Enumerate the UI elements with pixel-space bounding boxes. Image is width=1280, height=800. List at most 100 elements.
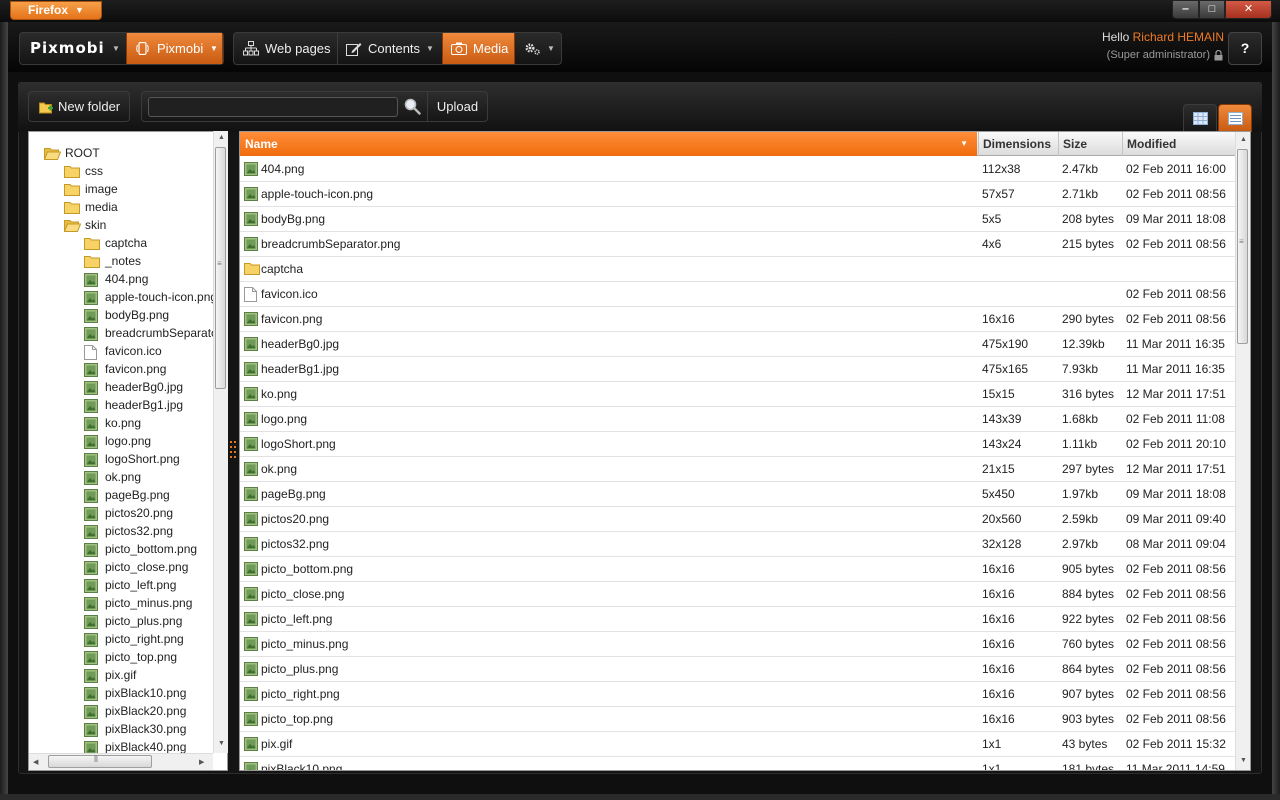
lock-icon[interactable] [1214, 50, 1223, 61]
scroll-down-arrow-icon[interactable]: ▼ [218, 740, 225, 747]
tree-item[interactable]: ko.png [29, 414, 215, 432]
user-name-link[interactable]: Richard HEMAIN [1133, 30, 1224, 44]
file-name-cell: picto_top.png [261, 712, 334, 726]
tree-item[interactable]: skin [29, 216, 215, 234]
nav-web-pages[interactable]: Web pages [234, 33, 337, 64]
tree-horizontal-scroll-thumb[interactable]: ⦀ [48, 754, 152, 768]
window-maximize-button[interactable]: □ [1199, 0, 1225, 19]
scroll-right-arrow-icon[interactable]: ▶ [199, 758, 204, 766]
window-close-button[interactable]: ✕ [1225, 0, 1272, 19]
tree-item[interactable]: pictos32.png [29, 522, 215, 540]
tree-item[interactable]: apple-touch-icon.png [29, 288, 215, 306]
panel-resize-handle[interactable] [229, 440, 237, 462]
tree-item[interactable]: picto_left.png [29, 576, 215, 594]
nav-contents[interactable]: Contents ▼ [338, 33, 442, 64]
file-row[interactable]: picto_plus.png 16x16 864 bytes 02 Feb 2011 … [240, 657, 1236, 682]
tree-item[interactable]: breadcrumbSeparator.png [29, 324, 215, 342]
file-modified-cell: 02 Feb 2011 08:56 [1126, 712, 1226, 726]
file-row[interactable]: pictos32.png 32x128 2.97kb 08 Mar 2011 09:0… [240, 532, 1236, 557]
tree-item[interactable]: captcha [29, 234, 215, 252]
file-row[interactable]: picto_top.png 16x16 903 bytes 02 Feb 2011 0… [240, 707, 1236, 732]
tree-item[interactable]: picto_bottom.png [29, 540, 215, 558]
file-row[interactable]: pixBlack10.png 1x1 181 bytes 11 Mar 2011 14… [240, 757, 1236, 770]
tree-item[interactable]: bodyBg.png [29, 306, 215, 324]
help-button[interactable]: ? [1228, 32, 1262, 65]
image-file-icon [84, 597, 98, 612]
list-view-button[interactable] [1218, 104, 1252, 132]
search-icon[interactable] [404, 98, 421, 115]
logo-menu[interactable]: Pixmobi ▼ [20, 33, 126, 64]
column-header-dimensions[interactable]: Dimensions [978, 132, 1058, 156]
scroll-up-arrow-icon[interactable]: ▲ [1240, 136, 1247, 143]
tree-item[interactable]: picto_close.png [29, 558, 215, 576]
tree-item[interactable]: picto_top.png [29, 648, 215, 666]
tree-item[interactable]: pageBg.png [29, 486, 215, 504]
file-row[interactable]: picto_minus.png 16x16 760 bytes 02 Feb 2011… [240, 632, 1236, 657]
nav-media[interactable]: Media [442, 33, 515, 64]
file-size-cell: 905 bytes [1062, 562, 1115, 576]
sitemap-icon [243, 41, 259, 56]
file-row[interactable]: headerBg0.jpg 475x190 12.39kb 11 Mar 2011 1… [240, 332, 1236, 357]
file-row[interactable]: logo.png 143x39 1.68kb 02 Feb 2011 11:08 [240, 407, 1236, 432]
file-row[interactable]: captcha [240, 257, 1236, 282]
new-folder-button[interactable]: New folder [28, 91, 130, 122]
grip-icon: ≡ [217, 259, 222, 268]
thumbnail-view-button[interactable] [1183, 104, 1217, 132]
file-list-scroll-thumb[interactable]: ≡ [1237, 149, 1248, 344]
file-row[interactable]: picto_right.png 16x16 907 bytes 02 Feb 2011… [240, 682, 1236, 707]
file-row[interactable]: breadcrumbSeparator.png 4x6 215 bytes 02 Fe… [240, 232, 1236, 257]
file-row[interactable]: ko.png 15x15 316 bytes 12 Mar 2011 17:51 [240, 382, 1236, 407]
file-row[interactable]: pix.gif 1x1 43 bytes 02 Feb 2011 15:32 [240, 732, 1236, 757]
scroll-up-arrow-icon[interactable]: ▲ [218, 134, 225, 141]
file-row[interactable]: bodyBg.png 5x5 208 bytes 09 Mar 2011 18:08 [240, 207, 1236, 232]
scroll-left-arrow-icon[interactable]: ◀ [33, 758, 38, 766]
nav-settings[interactable]: ▼ [516, 33, 561, 64]
tree-item[interactable]: picto_right.png [29, 630, 215, 648]
tree-item[interactable]: favicon.png [29, 360, 215, 378]
file-row[interactable]: apple-touch-icon.png 57x57 2.71kb 02 Feb 20… [240, 182, 1236, 207]
column-header-modified[interactable]: Modified [1122, 132, 1236, 156]
tree-item[interactable]: headerBg0.jpg [29, 378, 215, 396]
file-row[interactable]: logoShort.png 143x24 1.11kb 02 Feb 2011 20:… [240, 432, 1236, 457]
tree-item[interactable]: _notes [29, 252, 215, 270]
file-row[interactable]: pictos20.png 20x560 2.59kb 09 Mar 2011 09:4… [240, 507, 1236, 532]
column-header-name[interactable]: Name ▼ [240, 132, 977, 156]
file-row[interactable]: favicon.png 16x16 290 bytes 02 Feb 2011 08:… [240, 307, 1236, 332]
scroll-down-arrow-icon[interactable]: ▼ [1240, 757, 1247, 764]
file-row[interactable]: picto_left.png 16x16 922 bytes 02 Feb 2011 … [240, 607, 1236, 632]
tree-vertical-scroll-thumb[interactable]: ≡ [215, 147, 226, 389]
file-dimensions-cell: 4x6 [982, 237, 1002, 251]
tree-item[interactable]: css [29, 162, 215, 180]
tree-item[interactable]: pixBlack20.png [29, 702, 215, 720]
file-row[interactable]: ok.png 21x15 297 bytes 12 Mar 2011 17:51 [240, 457, 1236, 482]
window-minimize-button[interactable]: ‒ [1172, 0, 1199, 19]
tree-item[interactable]: media [29, 198, 215, 216]
tree-item[interactable]: pixBlack30.png [29, 720, 215, 738]
tree-item[interactable]: headerBg1.jpg [29, 396, 215, 414]
tree-item[interactable]: ok.png [29, 468, 215, 486]
tree-item-label: picto_top.png [105, 650, 178, 664]
tree-item[interactable]: favicon.ico [29, 342, 215, 360]
nav-pixmobi[interactable]: Pixmobi ▼ [126, 33, 223, 64]
file-row[interactable]: picto_close.png 16x16 884 bytes 02 Feb 2011… [240, 582, 1236, 607]
tree-item[interactable]: logoShort.png [29, 450, 215, 468]
tree-item[interactable]: picto_plus.png [29, 612, 215, 630]
file-row[interactable]: pageBg.png 5x450 1.97kb 09 Mar 2011 18:08 [240, 482, 1236, 507]
tree-item[interactable]: pix.gif [29, 666, 215, 684]
file-row[interactable]: favicon.ico 02 Feb 2011 08:56 [240, 282, 1236, 307]
tree-item-label: headerBg0.jpg [105, 380, 184, 394]
tree-item[interactable]: image [29, 180, 215, 198]
file-row[interactable]: 404.png 112x38 2.47kb 02 Feb 2011 16:00 [240, 157, 1236, 182]
file-row[interactable]: picto_bottom.png 16x16 905 bytes 02 Feb 201… [240, 557, 1236, 582]
search-input[interactable] [148, 97, 398, 117]
file-row[interactable]: headerBg1.jpg 475x165 7.93kb 11 Mar 2011 16… [240, 357, 1236, 382]
tree-item[interactable]: 404.png [29, 270, 215, 288]
tree-item[interactable]: picto_minus.png [29, 594, 215, 612]
tree-item[interactable]: pixBlack10.png [29, 684, 215, 702]
tree-item[interactable]: logo.png [29, 432, 215, 450]
column-header-size[interactable]: Size [1058, 132, 1122, 156]
upload-button[interactable]: Upload [427, 91, 488, 122]
tree-item[interactable]: pictos20.png [29, 504, 215, 522]
tree-item[interactable]: ROOT [29, 144, 215, 162]
firefox-menu-button[interactable]: Firefox ▼ [10, 1, 102, 20]
